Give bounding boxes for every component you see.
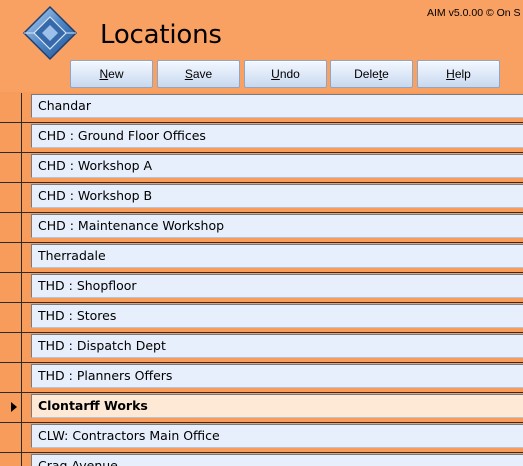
- list-item: THD : Planners Offers: [22, 363, 523, 393]
- undo-button[interactable]: Undo: [244, 60, 327, 88]
- location-name-field[interactable]: Clontarff Works: [31, 394, 523, 418]
- list-item: THD : Dispatch Dept: [22, 333, 523, 363]
- list-item: THD : Shopfloor: [22, 273, 523, 303]
- save-button[interactable]: Save: [157, 60, 240, 88]
- delete-button[interactable]: Delete: [330, 60, 413, 88]
- record-selector[interactable]: [0, 393, 22, 423]
- record-selector[interactable]: [0, 333, 22, 363]
- location-name-field[interactable]: CLW: Contractors Main Office: [31, 424, 523, 448]
- location-name-field[interactable]: Crag Avenue: [31, 454, 523, 466]
- list-item: Clontarff Works: [22, 393, 523, 423]
- location-name-field[interactable]: CHD : Workshop B: [31, 184, 523, 208]
- location-name-field[interactable]: THD : Planners Offers: [31, 364, 523, 388]
- list-item: CHD : Workshop B: [22, 183, 523, 213]
- version-label: AIM v5.0.00 © On S: [427, 7, 521, 19]
- list-item: CHD : Workshop A: [22, 153, 523, 183]
- record-selector[interactable]: [0, 423, 22, 453]
- location-name-field[interactable]: CHD : Ground Floor Offices: [31, 124, 523, 148]
- record-selector[interactable]: [0, 363, 22, 393]
- record-selector[interactable]: [0, 453, 22, 466]
- record-selector[interactable]: [0, 213, 22, 243]
- list-item: Therradale: [22, 243, 523, 273]
- location-name-field[interactable]: CHD : Maintenance Workshop: [31, 214, 523, 238]
- list-item: Chandar: [22, 93, 523, 123]
- page-title: Locations: [100, 20, 222, 50]
- button-label-part: e: [382, 67, 389, 81]
- record-selector[interactable]: [0, 303, 22, 333]
- button-mnemonic: U: [271, 67, 280, 81]
- location-name-field[interactable]: Chandar: [31, 94, 523, 118]
- location-name-field[interactable]: CHD : Workshop A: [31, 154, 523, 178]
- record-selector[interactable]: [0, 273, 22, 303]
- location-name-field[interactable]: Therradale: [31, 244, 523, 268]
- record-selector[interactable]: [0, 243, 22, 273]
- record-selector[interactable]: [0, 153, 22, 183]
- record-selector[interactable]: [0, 93, 22, 123]
- new-button[interactable]: New: [70, 60, 153, 88]
- button-label-part: elp: [454, 67, 471, 81]
- button-mnemonic: H: [446, 67, 455, 81]
- location-name-field[interactable]: THD : Stores: [31, 304, 523, 328]
- button-label-part: ndo: [279, 67, 300, 81]
- aim-logo-icon: [22, 5, 78, 61]
- current-record-icon: [11, 402, 17, 412]
- list-item: THD : Stores: [22, 303, 523, 333]
- button-label-part: ave: [192, 67, 213, 81]
- record-selector[interactable]: [0, 123, 22, 153]
- list-item: CLW: Contractors Main Office: [22, 423, 523, 453]
- list-item: Crag Avenue: [22, 453, 523, 466]
- help-button[interactable]: Help: [417, 60, 500, 88]
- list-item: CHD : Ground Floor Offices: [22, 123, 523, 153]
- location-name-field[interactable]: THD : Dispatch Dept: [31, 334, 523, 358]
- button-label-part: Dele: [354, 67, 379, 81]
- button-mnemonic: S: [184, 67, 193, 81]
- button-label-part: ew: [108, 67, 124, 81]
- location-name-field[interactable]: THD : Shopfloor: [31, 274, 523, 298]
- record-selector[interactable]: [0, 183, 22, 213]
- button-mnemonic: N: [99, 67, 109, 81]
- list-item: CHD : Maintenance Workshop: [22, 213, 523, 243]
